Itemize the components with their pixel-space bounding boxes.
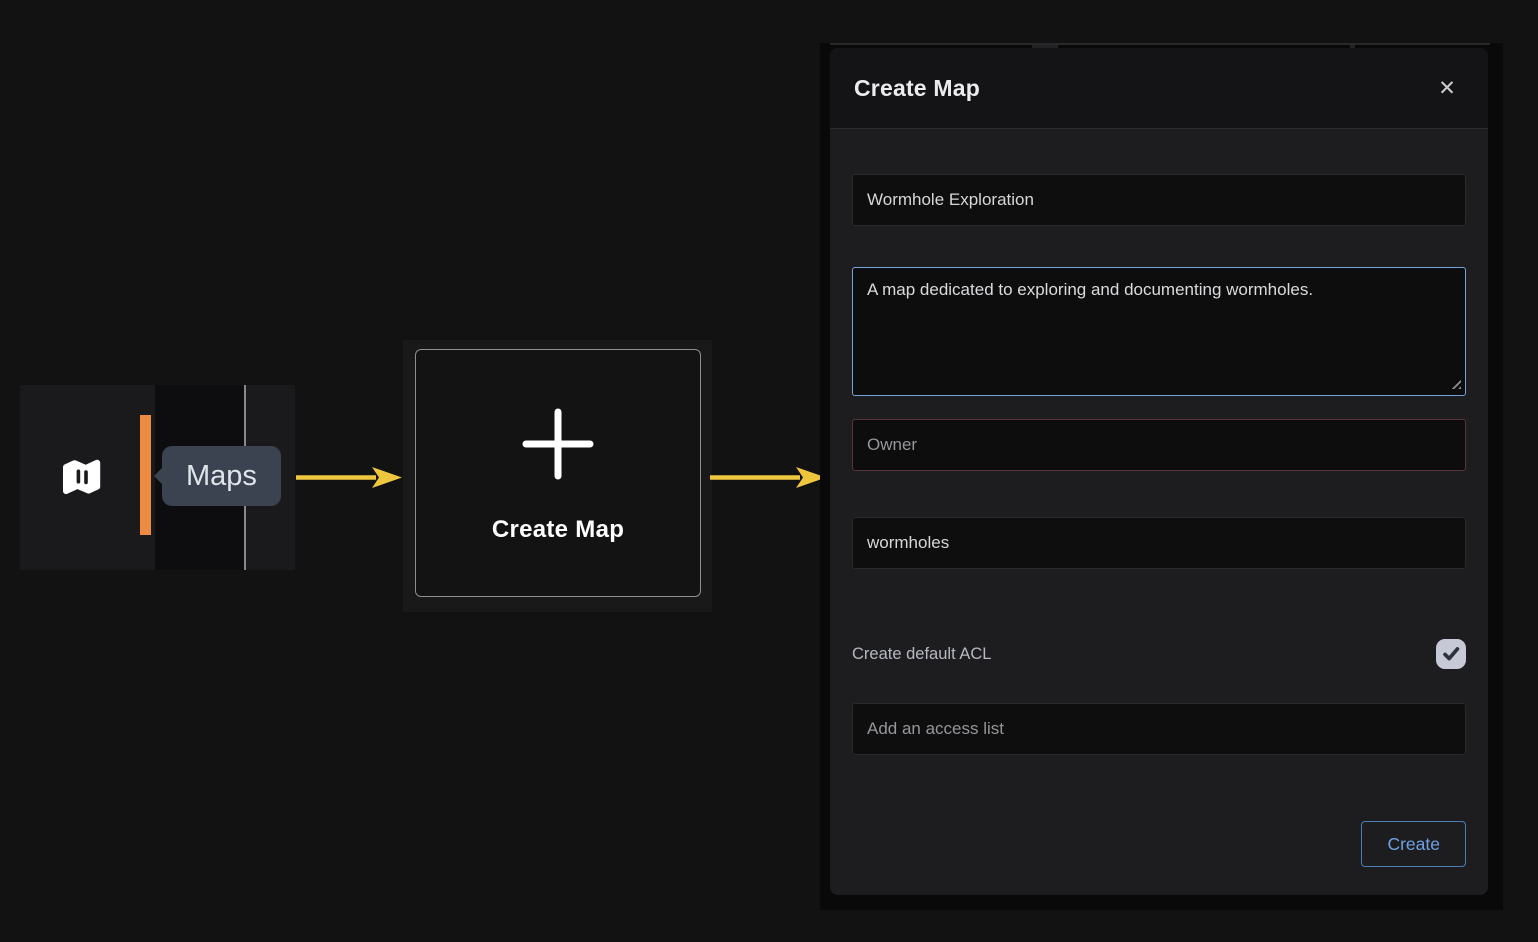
create-map-card-frame: Create Map [403,340,712,612]
create-map-card[interactable]: Create Map [415,349,701,597]
create-button[interactable]: Create [1361,821,1466,867]
close-icon: ✕ [1438,76,1456,101]
maps-nav-button[interactable] [56,453,106,501]
access-list-input[interactable] [852,703,1466,755]
create-map-modal: Create Map ✕ A map dedicated to explorin… [830,48,1488,895]
backdrop-edge [830,43,1490,45]
modal-title: Create Map [854,75,980,102]
close-button[interactable]: ✕ [1430,71,1464,105]
maps-tooltip: Maps [162,446,281,506]
modal-footer: Create [852,821,1466,867]
acl-checkbox[interactable] [1436,639,1466,669]
map-icon [57,455,105,499]
map-description-textarea[interactable]: A map dedicated to exploring and documen… [852,267,1466,396]
checkmark-icon [1440,643,1462,665]
create-map-card-label: Create Map [492,516,624,544]
maps-nav-thumbnail: Maps [20,385,295,570]
plus-icon [520,406,596,482]
tag-input[interactable] [852,517,1466,569]
modal-header: Create Map ✕ [830,48,1488,129]
acl-label: Create default ACL [852,645,991,664]
active-nav-indicator [140,415,151,535]
acl-row: Create default ACL [852,639,1466,669]
modal-body: A map dedicated to exploring and documen… [830,174,1488,867]
flow-arrow-left [294,464,404,491]
description-wrap: A map dedicated to exploring and documen… [852,267,1466,396]
map-name-input[interactable] [852,174,1466,226]
maps-tooltip-label: Maps [186,460,257,493]
owner-input[interactable] [852,419,1466,471]
flow-arrow-right [708,464,828,491]
